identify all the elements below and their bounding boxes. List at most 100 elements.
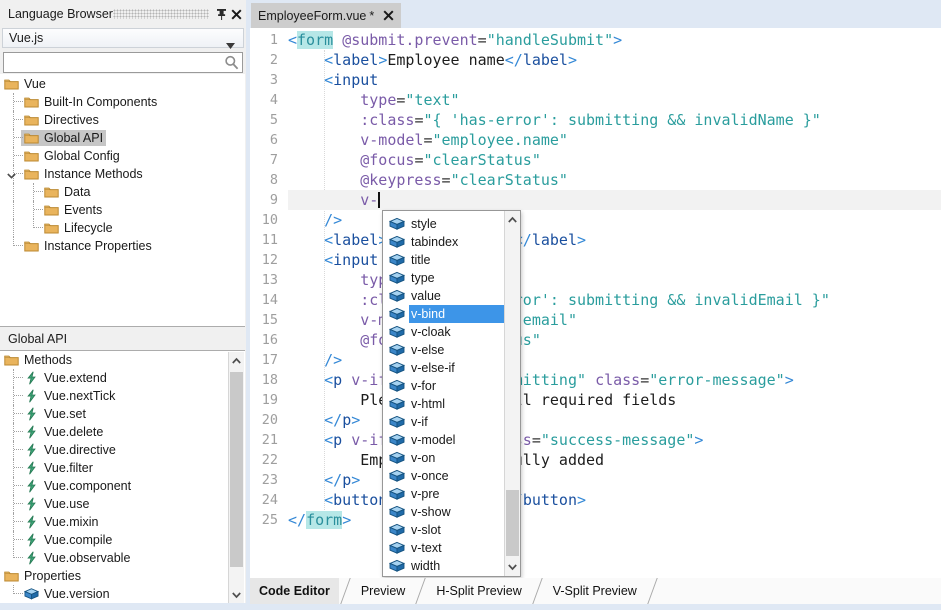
autocomplete-item[interactable]: v-if <box>384 413 506 431</box>
tree-item-content[interactable]: Vue.version <box>21 586 113 602</box>
tree-item-content[interactable]: Directives <box>21 112 102 128</box>
autocomplete-item[interactable]: v-on <box>384 449 506 467</box>
autocomplete-item[interactable]: value <box>384 287 506 305</box>
tree-item-content[interactable]: Vue.nextTick <box>21 388 118 404</box>
code-line[interactable]: 1<form @submit.prevent="handleSubmit"> <box>250 30 941 50</box>
tree-item-content[interactable]: Vue.compile <box>21 532 115 548</box>
tree-item[interactable]: Properties <box>0 567 245 585</box>
drag-handle[interactable] <box>113 9 209 19</box>
tab-code-editor[interactable]: Code Editor <box>250 578 339 604</box>
scroll-up-icon[interactable] <box>505 211 520 228</box>
tree-item[interactable]: Lifecycle <box>0 219 245 237</box>
tree-item[interactable]: Vue.version <box>0 585 245 603</box>
tree-item[interactable]: Vue.directive <box>0 441 245 459</box>
tree-item-content[interactable]: Properties <box>1 568 84 584</box>
code-line[interactable]: 6 v-model="employee.name" <box>250 130 941 150</box>
close-icon[interactable] <box>383 10 394 21</box>
code-line-text[interactable]: v-model="employee.name" <box>288 130 941 150</box>
code-line[interactable]: 5 :class="{ 'has-error': submitting && i… <box>250 110 941 130</box>
tree-item[interactable]: Data <box>0 183 245 201</box>
tree-item-content[interactable]: Vue.directive <box>21 442 119 458</box>
autocomplete-item[interactable]: width <box>384 557 506 575</box>
autocomplete-item[interactable]: tabindex <box>384 233 506 251</box>
autocomplete-item[interactable]: type <box>384 269 506 287</box>
code-line[interactable]: 15 v-model="employee.email" <box>250 310 941 330</box>
tree-item-content[interactable]: Vue.component <box>21 478 134 494</box>
code-line[interactable]: 21 <p v-if="success" class="success-mess… <box>250 430 941 450</box>
scroll-down-icon[interactable] <box>505 558 520 575</box>
code-editor-surface[interactable]: 1<form @submit.prevent="handleSubmit">2 … <box>250 28 941 578</box>
code-line[interactable]: 11 <label>Employee email</label> <box>250 230 941 250</box>
autocomplete-item[interactable]: v-model <box>384 431 506 449</box>
tree-item[interactable]: Global API <box>0 129 245 147</box>
code-line[interactable]: 23 </p> <box>250 470 941 490</box>
autocomplete-item[interactable]: v-html <box>384 395 506 413</box>
tree-item[interactable]: Vue.filter <box>0 459 245 477</box>
tree-item[interactable]: Vue.nextTick <box>0 387 245 405</box>
code-line[interactable]: 20 </p> <box>250 410 941 430</box>
code-line[interactable]: 19 Please fill out all required fields <box>250 390 941 410</box>
code-line[interactable]: 8 @keypress="clearStatus" <box>250 170 941 190</box>
tree-item-content[interactable]: Vue.filter <box>21 460 96 476</box>
tab-preview[interactable]: Preview <box>352 578 414 604</box>
code-line[interactable]: 7 @focus="clearStatus" <box>250 150 941 170</box>
code-line[interactable]: 12 <input <box>250 250 941 270</box>
code-line[interactable]: 17 /> <box>250 350 941 370</box>
code-line[interactable]: 4 type="text" <box>250 90 941 110</box>
autocomplete-popup[interactable]: styletabindextitletypevaluev-bindv-cloak… <box>382 210 521 577</box>
tree-item[interactable]: Vue.set <box>0 405 245 423</box>
code-line[interactable]: 2 <label>Employee name</label> <box>250 50 941 70</box>
code-line-text[interactable]: type="text" <box>288 90 941 110</box>
code-line-text[interactable]: @focus="clearStatus" <box>288 150 941 170</box>
code-line[interactable]: 16 @focus="clearStatus" <box>250 330 941 350</box>
language-tree[interactable]: Vue Built-In Components DirectivesGlobal A… <box>0 74 245 327</box>
tree-item-content[interactable]: Vue.delete <box>21 424 106 440</box>
tree-item[interactable]: Vue.component <box>0 477 245 495</box>
tree-item[interactable]: Vue.compile <box>0 531 245 549</box>
code-line-text[interactable]: <input <box>288 70 941 90</box>
tree-item[interactable]: Directives <box>0 111 245 129</box>
tree-item[interactable]: Instance Properties <box>0 237 245 255</box>
tree-item-content[interactable]: Data <box>41 184 93 200</box>
language-selector[interactable]: Vue.js <box>2 28 244 48</box>
tree-item-content[interactable]: Vue <box>1 76 49 92</box>
autocomplete-item[interactable]: style <box>384 215 506 233</box>
autocomplete-item[interactable]: v-for <box>384 377 506 395</box>
tree-item[interactable]: Methods <box>0 351 245 369</box>
members-tree[interactable]: Methods Vue.extend Vue.nextTick Vue.set Vue.… <box>0 350 245 603</box>
chevron-down-icon[interactable] <box>6 168 17 179</box>
autocomplete-item[interactable]: v-show <box>384 503 506 521</box>
tree-item[interactable]: Instance Methods <box>0 165 245 183</box>
code-line-text[interactable]: <label>Employee name</label> <box>288 50 941 70</box>
code-line-text[interactable]: :class="{ 'has-error': submitting && inv… <box>288 110 941 130</box>
tree-item[interactable]: Vue.observable <box>0 549 245 567</box>
search-icon[interactable] <box>224 55 239 70</box>
tree-item[interactable]: Events <box>0 201 245 219</box>
tree-item-content[interactable]: Instance Properties <box>21 238 155 254</box>
code-line[interactable]: 3 <input <box>250 70 941 90</box>
code-line[interactable]: 24 <button>Add employee</button> <box>250 490 941 510</box>
tree-item-content[interactable]: Vue.set <box>21 406 89 422</box>
tree-item[interactable]: Global Config <box>0 147 245 165</box>
tree-item[interactable]: Vue.mixin <box>0 513 245 531</box>
code-line-text[interactable]: @keypress="clearStatus" <box>288 170 941 190</box>
view-mode-tabs[interactable]: Code Editor Preview H-Split Preview V-Sp… <box>250 578 941 604</box>
code-line[interactable]: 13 type="email" <box>250 270 941 290</box>
tree-item-content[interactable]: Built-In Components <box>21 94 160 110</box>
tree-item-content[interactable]: Vue.extend <box>21 370 110 386</box>
tree-item-content[interactable]: Events <box>41 202 105 218</box>
tree-item[interactable]: Vue.delete <box>0 423 245 441</box>
autocomplete-item[interactable]: title <box>384 251 506 269</box>
members-tree-scrollbar[interactable] <box>228 352 244 603</box>
code-line[interactable]: 22 Employee successfully added <box>250 450 941 470</box>
autocomplete-item[interactable]: v-text <box>384 539 506 557</box>
tree-item-content[interactable]: Vue.observable <box>21 550 133 566</box>
autocomplete-item[interactable]: v-cloak <box>384 323 506 341</box>
autocomplete-list[interactable]: styletabindextitletypevaluev-bindv-cloak… <box>384 215 506 575</box>
code-line-text[interactable]: <form @submit.prevent="handleSubmit"> <box>288 30 941 50</box>
tree-item-content[interactable]: Methods <box>1 352 75 368</box>
tree-item-content[interactable]: Instance Methods <box>21 166 146 182</box>
autocomplete-item[interactable]: v-bind <box>384 305 506 323</box>
editor-tab-employeeform[interactable]: EmployeeForm.vue * <box>251 3 401 28</box>
search-box[interactable] <box>3 52 243 73</box>
